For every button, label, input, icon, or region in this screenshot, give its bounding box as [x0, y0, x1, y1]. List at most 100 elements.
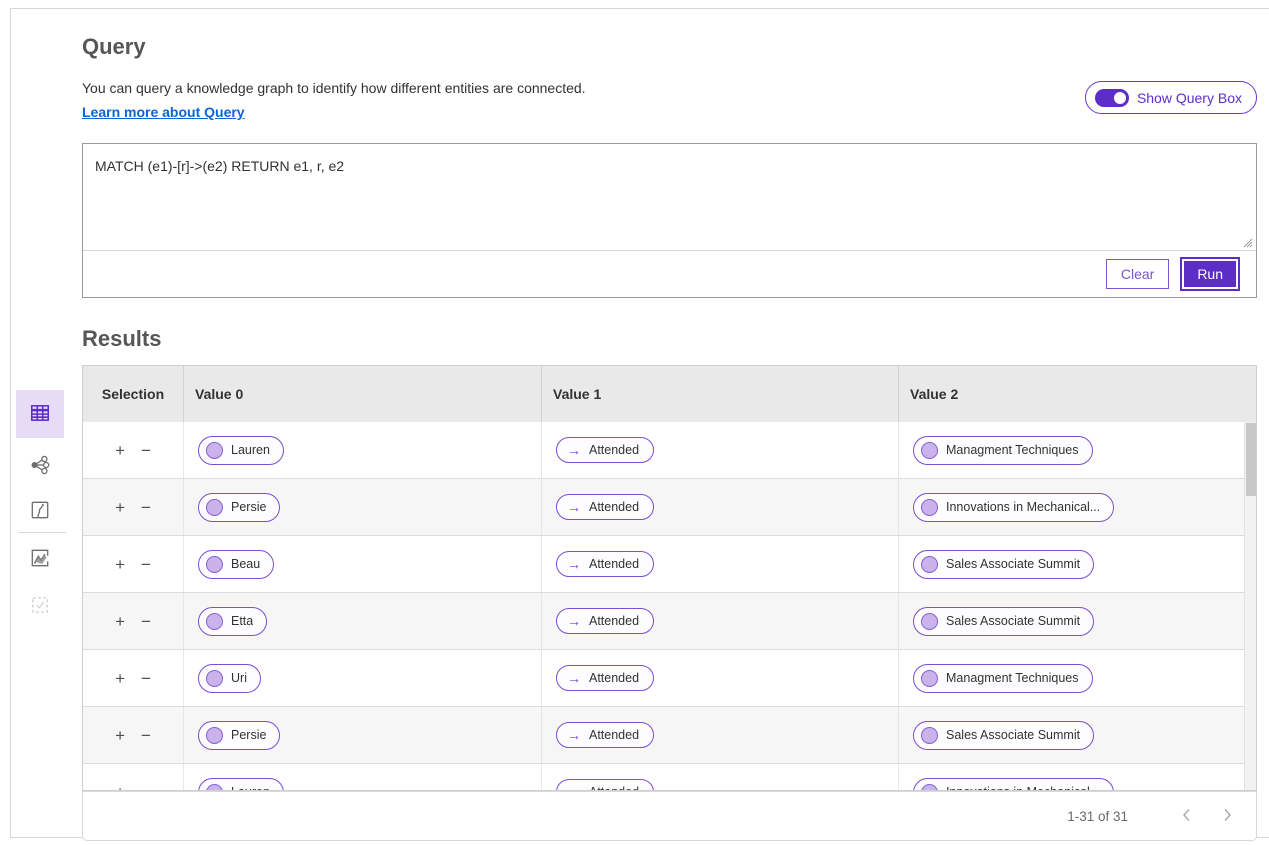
column-header-selection: Selection [83, 366, 184, 422]
relationship-label: Attended [589, 785, 639, 790]
next-page-button[interactable] [1217, 804, 1238, 829]
relationship-arrow-icon: → [567, 614, 581, 628]
relationship-chip[interactable]: → Attended [556, 779, 654, 790]
selection-cell: + − [83, 764, 184, 790]
entity-dot-icon [206, 727, 223, 744]
entity-chip[interactable]: Innovations in Mechanical... [913, 778, 1114, 791]
relationship-arrow-icon: → [567, 557, 581, 571]
add-to-selection-button[interactable]: + [115, 784, 125, 791]
entity-dot-icon [206, 442, 223, 459]
column-header-value2: Value 2 [899, 366, 1256, 422]
table-row: + − Etta → Attended Sales Associate Summ… [83, 593, 1256, 650]
entity-label: Sales Associate Summit [946, 728, 1080, 742]
table-icon [29, 402, 51, 427]
add-to-selection-button[interactable]: + [115, 556, 125, 573]
add-to-selection-button[interactable]: + [115, 670, 125, 687]
table-header-row: Selection Value 0 Value 1 Value 2 [83, 366, 1256, 422]
clear-button[interactable]: Clear [1106, 259, 1169, 289]
entity-chip[interactable]: Innovations in Mechanical... [913, 493, 1114, 522]
relationship-arrow-icon: → [567, 728, 581, 742]
entity-chip[interactable]: Managment Techniques [913, 436, 1093, 465]
value1-cell: → Attended [542, 707, 899, 763]
previous-page-button[interactable] [1176, 804, 1197, 829]
view-table-button[interactable] [16, 390, 64, 438]
value1-cell: → Attended [542, 536, 899, 592]
toggle-switch-icon[interactable] [1095, 89, 1129, 107]
remove-from-selection-button[interactable]: − [141, 442, 151, 459]
entity-chip[interactable]: Lauren [198, 778, 284, 791]
add-to-selection-button[interactable]: + [115, 499, 125, 516]
table-scrollbar[interactable] [1244, 422, 1256, 790]
value2-cell: Managment Techniques [899, 422, 1256, 478]
rail-divider [18, 532, 66, 533]
add-to-map-button[interactable] [16, 535, 64, 583]
show-query-box-toggle[interactable]: Show Query Box [1085, 81, 1257, 114]
entity-chip[interactable]: Sales Associate Summit [913, 607, 1094, 636]
value0-cell: Beau [184, 536, 542, 592]
relationship-chip[interactable]: → Attended [556, 494, 654, 520]
relationship-chip[interactable]: → Attended [556, 551, 654, 577]
selection-cell: + − [83, 593, 184, 649]
selection-cell: + − [83, 536, 184, 592]
entity-label: Innovations in Mechanical... [946, 500, 1100, 514]
map-icon [29, 499, 51, 524]
chevron-right-icon [1223, 810, 1232, 825]
add-to-selection-button[interactable]: + [115, 727, 125, 744]
add-to-selection-button[interactable]: + [115, 442, 125, 459]
entity-chip[interactable]: Lauren [198, 436, 284, 465]
relationship-chip[interactable]: → Attended [556, 665, 654, 691]
value2-cell: Managment Techniques [899, 650, 1256, 706]
run-button[interactable]: Run [1182, 259, 1238, 289]
value1-cell: → Attended [542, 764, 899, 790]
entity-dot-icon [921, 499, 938, 516]
remove-from-selection-button[interactable]: − [141, 784, 151, 791]
value2-cell: Sales Associate Summit [899, 593, 1256, 649]
entity-dot-icon [206, 556, 223, 573]
remove-from-selection-button[interactable]: − [141, 670, 151, 687]
selection-cell: + − [83, 650, 184, 706]
selection-tool-button [16, 582, 64, 630]
entity-label: Persie [231, 500, 266, 514]
view-map-button[interactable] [16, 487, 64, 535]
relationship-label: Attended [589, 443, 639, 457]
entity-label: Sales Associate Summit [946, 557, 1080, 571]
entity-dot-icon [921, 613, 938, 630]
remove-from-selection-button[interactable]: − [141, 613, 151, 630]
entity-dot-icon [206, 670, 223, 687]
query-box: MATCH (e1)-[r]->(e2) RETURN e1, r, e2 Cl… [82, 143, 1257, 298]
entity-chip[interactable]: Etta [198, 607, 267, 636]
entity-chip[interactable]: Beau [198, 550, 274, 579]
resize-handle[interactable] [1241, 235, 1253, 247]
column-header-value1: Value 1 [542, 366, 899, 422]
add-to-selection-button[interactable]: + [115, 613, 125, 630]
entity-dot-icon [921, 670, 938, 687]
entity-label: Beau [231, 557, 260, 571]
value1-cell: → Attended [542, 593, 899, 649]
entity-chip[interactable]: Persie [198, 493, 280, 522]
entity-label: Uri [231, 671, 247, 685]
query-input[interactable]: MATCH (e1)-[r]->(e2) RETURN e1, r, e2 [83, 144, 1256, 250]
entity-label: Innovations in Mechanical... [946, 785, 1100, 790]
entity-dot-icon [921, 556, 938, 573]
entity-chip[interactable]: Sales Associate Summit [913, 721, 1094, 750]
relationship-chip[interactable]: → Attended [556, 608, 654, 634]
entity-label: Managment Techniques [946, 443, 1079, 457]
entity-chip[interactable]: Sales Associate Summit [913, 550, 1094, 579]
entity-dot-icon [206, 499, 223, 516]
scrollbar-thumb[interactable] [1246, 423, 1256, 496]
remove-from-selection-button[interactable]: − [141, 556, 151, 573]
entity-chip[interactable]: Uri [198, 664, 261, 693]
entity-chip[interactable]: Persie [198, 721, 280, 750]
relationship-chip[interactable]: → Attended [556, 437, 654, 463]
map-sketch-icon [29, 547, 51, 572]
selection-cell: + − [83, 479, 184, 535]
remove-from-selection-button[interactable]: − [141, 727, 151, 744]
learn-more-link[interactable]: Learn more about Query [82, 103, 245, 121]
table-row: + − Persie → Attended Innovations in Mec… [83, 479, 1256, 536]
query-footer: Clear Run [83, 250, 1256, 297]
entity-label: Etta [231, 614, 253, 628]
remove-from-selection-button[interactable]: − [141, 499, 151, 516]
view-link-chart-button[interactable] [16, 442, 64, 490]
relationship-chip[interactable]: → Attended [556, 722, 654, 748]
entity-chip[interactable]: Managment Techniques [913, 664, 1093, 693]
